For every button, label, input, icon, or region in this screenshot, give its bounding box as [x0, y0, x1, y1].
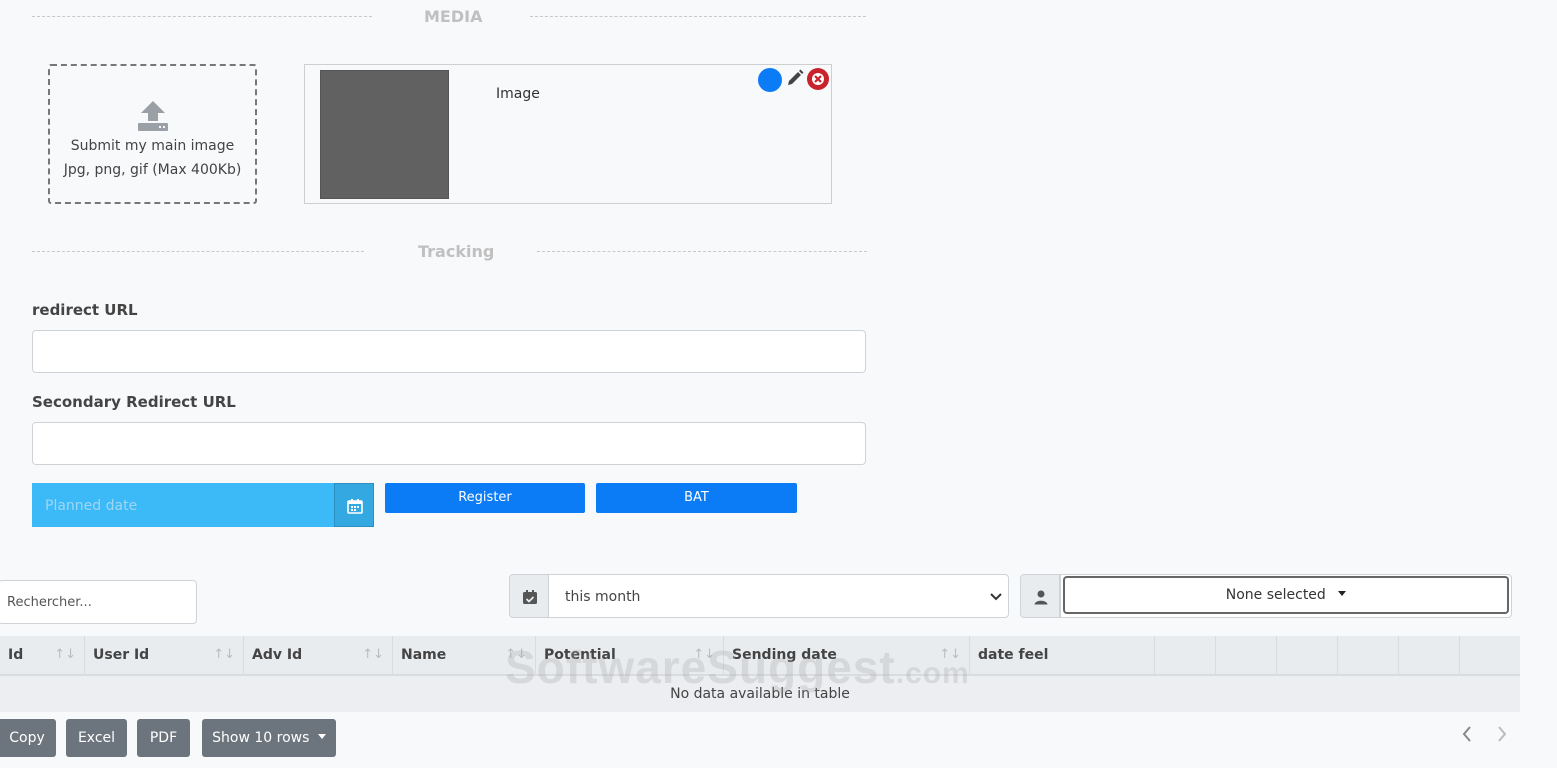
pencil-icon[interactable]	[785, 68, 805, 88]
period-select[interactable]: this month	[548, 574, 1009, 618]
user-filter-addon	[1020, 574, 1060, 618]
image-card-label: Image	[496, 86, 540, 102]
calendar-check-icon	[523, 590, 537, 604]
pdf-button[interactable]: PDF	[137, 719, 190, 757]
sort-icon: ↑↓	[213, 647, 235, 662]
media-divider-right	[530, 16, 866, 17]
secondary-redirect-url-input[interactable]	[32, 422, 866, 465]
sort-icon: ↑↓	[505, 647, 527, 662]
upload-format-hint: Jpg, png, gif (Max 400Kb)	[63, 162, 242, 178]
sort-icon: ↑↓	[54, 647, 76, 662]
date-filter-addon	[509, 574, 549, 618]
register-button[interactable]: Register	[385, 483, 585, 513]
column-header-name[interactable]: Name ↑↓	[393, 636, 536, 674]
column-header-id[interactable]: Id ↑↓	[0, 636, 85, 674]
user-multiselect[interactable]: None selected	[1060, 574, 1512, 618]
column-header-extra	[1399, 636, 1460, 674]
column-header-user-id[interactable]: User Id ↑↓	[85, 636, 244, 674]
secondary-redirect-url-label: Secondary Redirect URL	[32, 393, 236, 411]
table-header: Id ↑↓ User Id ↑↓ Adv Id ↑↓ Name ↑↓ Potential…	[0, 636, 1520, 676]
show-rows-button[interactable]: Show 10 rows	[202, 719, 336, 757]
tracking-divider-left	[32, 251, 364, 252]
column-header-extra	[1155, 636, 1216, 674]
planned-date-input[interactable]: Planned date	[32, 483, 335, 527]
upload-instruction: Submit my main image	[70, 138, 235, 154]
caret-down-icon	[1338, 590, 1347, 596]
chevron-down-icon	[990, 593, 1002, 601]
caret-down-icon	[317, 733, 326, 739]
user-icon	[1034, 590, 1048, 605]
column-header-extra	[1338, 636, 1399, 674]
chevron-left-icon[interactable]	[1461, 724, 1473, 750]
media-divider-left	[32, 16, 372, 17]
excel-button[interactable]: Excel	[66, 719, 127, 757]
delete-icon[interactable]	[807, 68, 829, 90]
tracking-section-title: Tracking	[418, 242, 495, 261]
empty-table-message: No data available in table	[670, 686, 850, 702]
image-thumbnail	[320, 70, 449, 199]
chevron-right-icon[interactable]	[1496, 724, 1508, 750]
period-select-value: this month	[565, 589, 641, 605]
column-header-date-feel[interactable]: date feel	[970, 636, 1155, 674]
sort-icon: ↑↓	[362, 647, 384, 662]
column-header-adv-id[interactable]: Adv Id ↑↓	[244, 636, 393, 674]
column-header-sending-date[interactable]: Sending date ↑↓	[724, 636, 970, 674]
user-multiselect-value: None selected	[1225, 587, 1326, 603]
calendar-icon	[347, 499, 363, 514]
column-header-extra	[1216, 636, 1277, 674]
calendar-button[interactable]	[334, 483, 374, 527]
column-header-potential[interactable]: Potential ↑↓	[536, 636, 724, 674]
tracking-divider-right	[537, 251, 867, 252]
table-empty-row: No data available in table	[0, 676, 1520, 712]
column-header-extra	[1460, 636, 1520, 674]
image-status-dot[interactable]	[758, 68, 782, 92]
redirect-url-label: redirect URL	[32, 301, 138, 319]
user-multiselect-button[interactable]: None selected	[1063, 576, 1509, 614]
bat-button[interactable]: BAT	[596, 483, 797, 513]
media-section-title: MEDIA	[424, 7, 483, 26]
copy-button[interactable]: Copy	[0, 719, 56, 757]
show-rows-label: Show 10 rows	[212, 730, 310, 746]
sort-icon: ↑↓	[939, 647, 961, 662]
image-card: Image	[304, 64, 832, 204]
sort-icon: ↑↓	[693, 647, 715, 662]
column-header-extra	[1277, 636, 1338, 674]
redirect-url-input[interactable]	[32, 330, 866, 373]
main-image-upload-dropzone[interactable]: Submit my main image Jpg, png, gif (Max …	[48, 64, 257, 204]
search-input[interactable]: Rechercher...	[0, 580, 197, 624]
upload-icon	[138, 101, 168, 131]
